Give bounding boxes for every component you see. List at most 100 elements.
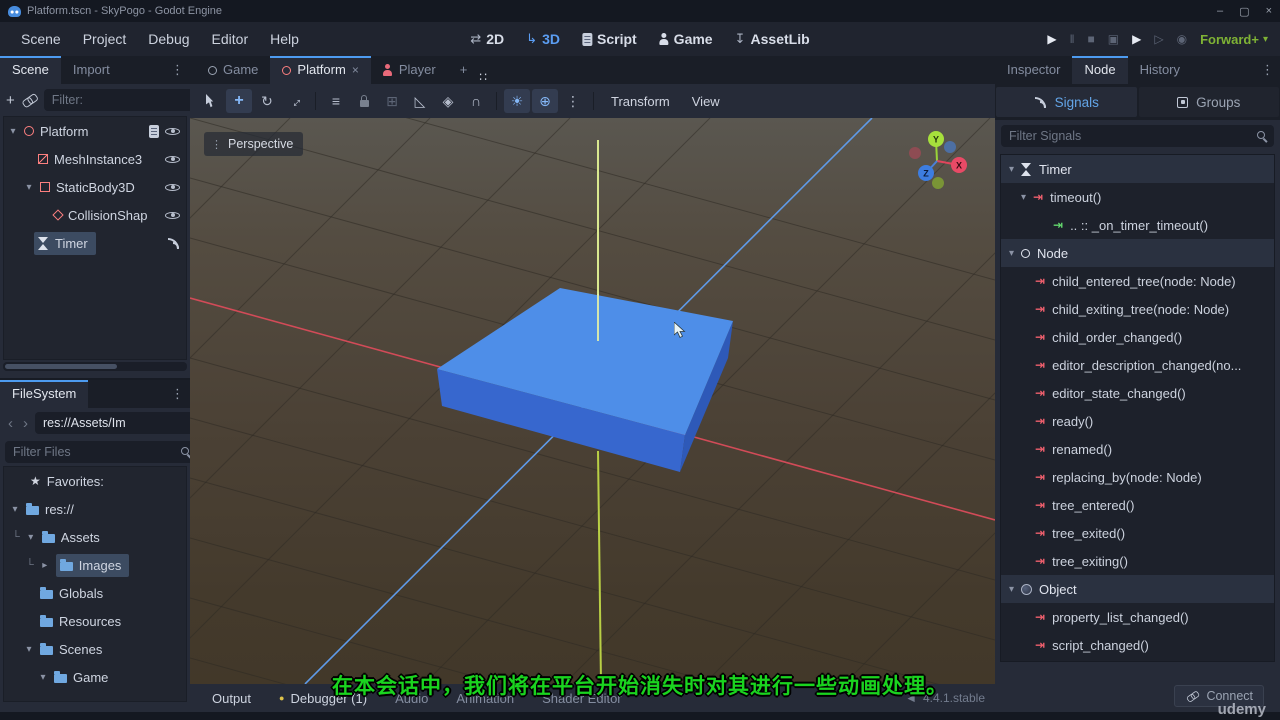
expand-arrow-icon[interactable]: ▾ — [1021, 192, 1026, 203]
tree-node-collisionshape[interactable]: CollisionShap — [4, 201, 186, 229]
add-node-button[interactable]: + — [6, 93, 15, 108]
remote-debug-icon[interactable]: ▣ — [1108, 32, 1119, 46]
filesystem-menu-icon[interactable]: ⋮ — [165, 380, 190, 408]
horizontal-scrollbar[interactable] — [3, 362, 187, 371]
new-scene-tab-button[interactable]: + — [448, 56, 480, 84]
signal-row-timeout[interactable]: ▾ ⇥ timeout() — [1001, 183, 1274, 211]
subtab-groups[interactable]: Groups — [1138, 87, 1279, 117]
instantiate-scene-icon[interactable] — [19, 90, 39, 109]
list-select-tool[interactable]: ≡ — [323, 89, 349, 113]
tab-filesystem[interactable]: FileSystem — [0, 380, 89, 408]
signal-row[interactable]: ⇥ ready() — [1001, 407, 1274, 435]
menu-debug[interactable]: Debug — [137, 31, 200, 47]
current-path-input[interactable] — [41, 415, 206, 431]
scene-tab-player[interactable]: Player — [371, 56, 448, 84]
scene-tab-platform[interactable]: Platform × — [270, 56, 371, 84]
fs-item-resources[interactable]: Resources — [4, 607, 186, 635]
expand-arrow-icon[interactable]: ▾ — [24, 182, 34, 193]
fs-item-images[interactable]: └ ▸ Images — [4, 551, 186, 579]
menu-scene[interactable]: Scene — [10, 31, 72, 47]
stop-button[interactable]: ■ — [1088, 32, 1095, 46]
3d-viewport[interactable]: ⋮ Perspective Y X Z — [190, 118, 995, 684]
move-tool[interactable]: + — [226, 89, 252, 113]
perspective-menu[interactable]: ⋮ Perspective — [204, 132, 304, 156]
expand-arrow-icon[interactable]: ▾ — [1009, 248, 1014, 259]
subtab-signals[interactable]: Signals — [996, 87, 1137, 117]
menu-project[interactable]: Project — [72, 31, 138, 47]
renderer-select[interactable]: Forward+ ▾ — [1200, 32, 1268, 47]
signal-row[interactable]: ⇥ tree_entered() — [1001, 491, 1274, 519]
signal-row[interactable]: ⇥ child_order_changed() — [1001, 323, 1274, 351]
lock-icon[interactable] — [351, 89, 377, 113]
tab-scene[interactable]: Scene — [0, 56, 61, 84]
signal-category-object[interactable]: ▾ Object — [1001, 575, 1274, 603]
signal-row[interactable]: ⇥ renamed() — [1001, 435, 1274, 463]
preview-sun-toggle[interactable]: ☀ — [504, 89, 530, 113]
tree-node-meshinstance[interactable]: MeshInstance3 — [4, 145, 186, 173]
fs-item-scenes[interactable]: ▾ Scenes — [4, 635, 186, 663]
fs-item-res[interactable]: ▾ res:// — [4, 495, 186, 523]
maximize-button[interactable]: ▢ — [1239, 5, 1249, 18]
fullscreen-toggle-icon[interactable]: ∷ — [479, 70, 499, 84]
visibility-icon[interactable] — [165, 208, 180, 222]
scale-tool[interactable]: ↔ — [277, 83, 312, 118]
signal-row[interactable]: ⇥ editor_state_changed() — [1001, 379, 1274, 407]
movie-maker-icon[interactable]: ◉ — [1177, 32, 1187, 46]
snap-toggle[interactable]: ∩ — [463, 89, 489, 113]
close-button[interactable]: × — [1266, 5, 1272, 18]
signal-row[interactable]: ⇥ tree_exiting() — [1001, 547, 1274, 575]
view-menu[interactable]: View — [682, 94, 730, 109]
signal-row[interactable]: ⇥ tree_exited() — [1001, 519, 1274, 547]
expand-arrow-icon[interactable]: ▾ — [10, 504, 20, 515]
menu-editor[interactable]: Editor — [201, 31, 260, 47]
signal-connection-icon[interactable] — [167, 237, 180, 250]
visibility-icon[interactable] — [165, 152, 180, 166]
tab-history[interactable]: History — [1128, 56, 1192, 84]
minimize-button[interactable]: – — [1217, 5, 1223, 18]
signal-connection-row[interactable]: ⇥ .. :: _on_timer_timeout() — [1001, 211, 1274, 239]
preview-menu-icon[interactable]: ⋮ — [560, 89, 586, 113]
signal-filter-input[interactable] — [1007, 128, 1252, 144]
tab-node[interactable]: Node — [1072, 56, 1128, 84]
script-attached-icon[interactable] — [149, 124, 159, 138]
signal-row[interactable]: ⇥ child_exiting_tree(node: Node) — [1001, 295, 1274, 323]
axis-gizmo[interactable]: Y X Z — [900, 126, 976, 202]
ruler-tool[interactable]: ◺ — [407, 89, 433, 113]
tab-inspector[interactable]: Inspector — [995, 56, 1072, 84]
select-tool[interactable] — [198, 89, 224, 113]
fs-item-assets[interactable]: └ ▾ Assets — [4, 523, 186, 551]
nav-back-icon[interactable]: ‹ — [5, 415, 16, 432]
node-dock-menu-icon[interactable]: ⋮ — [1255, 56, 1280, 84]
transform-menu[interactable]: Transform — [601, 94, 680, 109]
expand-arrow-icon[interactable]: ▾ — [1009, 164, 1014, 175]
signal-row[interactable]: ⇥ script_changed() — [1001, 631, 1274, 659]
pause-button[interactable]: ‖ — [1070, 32, 1075, 46]
fs-item-globals[interactable]: Globals — [4, 579, 186, 607]
file-filter-input[interactable] — [11, 444, 176, 460]
rotate-tool[interactable]: ↻ — [254, 89, 280, 113]
expand-arrow-icon[interactable]: ▾ — [8, 126, 18, 137]
nav-forward-icon[interactable]: › — [20, 415, 31, 432]
tab-import[interactable]: Import — [61, 56, 122, 84]
tree-node-platform[interactable]: ▾ Platform — [4, 117, 186, 145]
group-icon[interactable]: ⊞ — [379, 89, 405, 113]
expand-arrow-icon[interactable]: ▸ — [40, 560, 50, 571]
signal-row[interactable]: ⇥ editor_description_changed(no... — [1001, 351, 1274, 379]
menu-help[interactable]: Help — [259, 31, 310, 47]
scrollbar-thumb[interactable] — [5, 364, 117, 369]
workspace-assetlib[interactable]: ↧ AssetLib — [735, 31, 810, 47]
workspace-game[interactable]: Game — [659, 31, 713, 47]
expand-arrow-icon[interactable]: ▾ — [26, 532, 36, 543]
local-space-toggle[interactable]: ◈ — [435, 89, 461, 113]
signal-row[interactable]: ⇥ property_list_changed() — [1001, 603, 1274, 631]
visibility-icon[interactable] — [165, 124, 180, 138]
signal-category-timer[interactable]: ▾ Timer — [1001, 155, 1274, 183]
play-custom-scene-button[interactable]: ▷ — [1154, 32, 1163, 46]
expand-arrow-icon[interactable]: ▾ — [24, 644, 34, 655]
workspace-script[interactable]: Script — [581, 31, 637, 47]
scene-dock-menu-icon[interactable]: ⋮ — [165, 56, 190, 84]
close-tab-icon[interactable]: × — [352, 57, 359, 83]
visibility-icon[interactable] — [165, 180, 180, 194]
signal-row[interactable]: ⇥ replacing_by(node: Node) — [1001, 463, 1274, 491]
workspace-3d[interactable]: ↳ 3D — [526, 31, 560, 47]
